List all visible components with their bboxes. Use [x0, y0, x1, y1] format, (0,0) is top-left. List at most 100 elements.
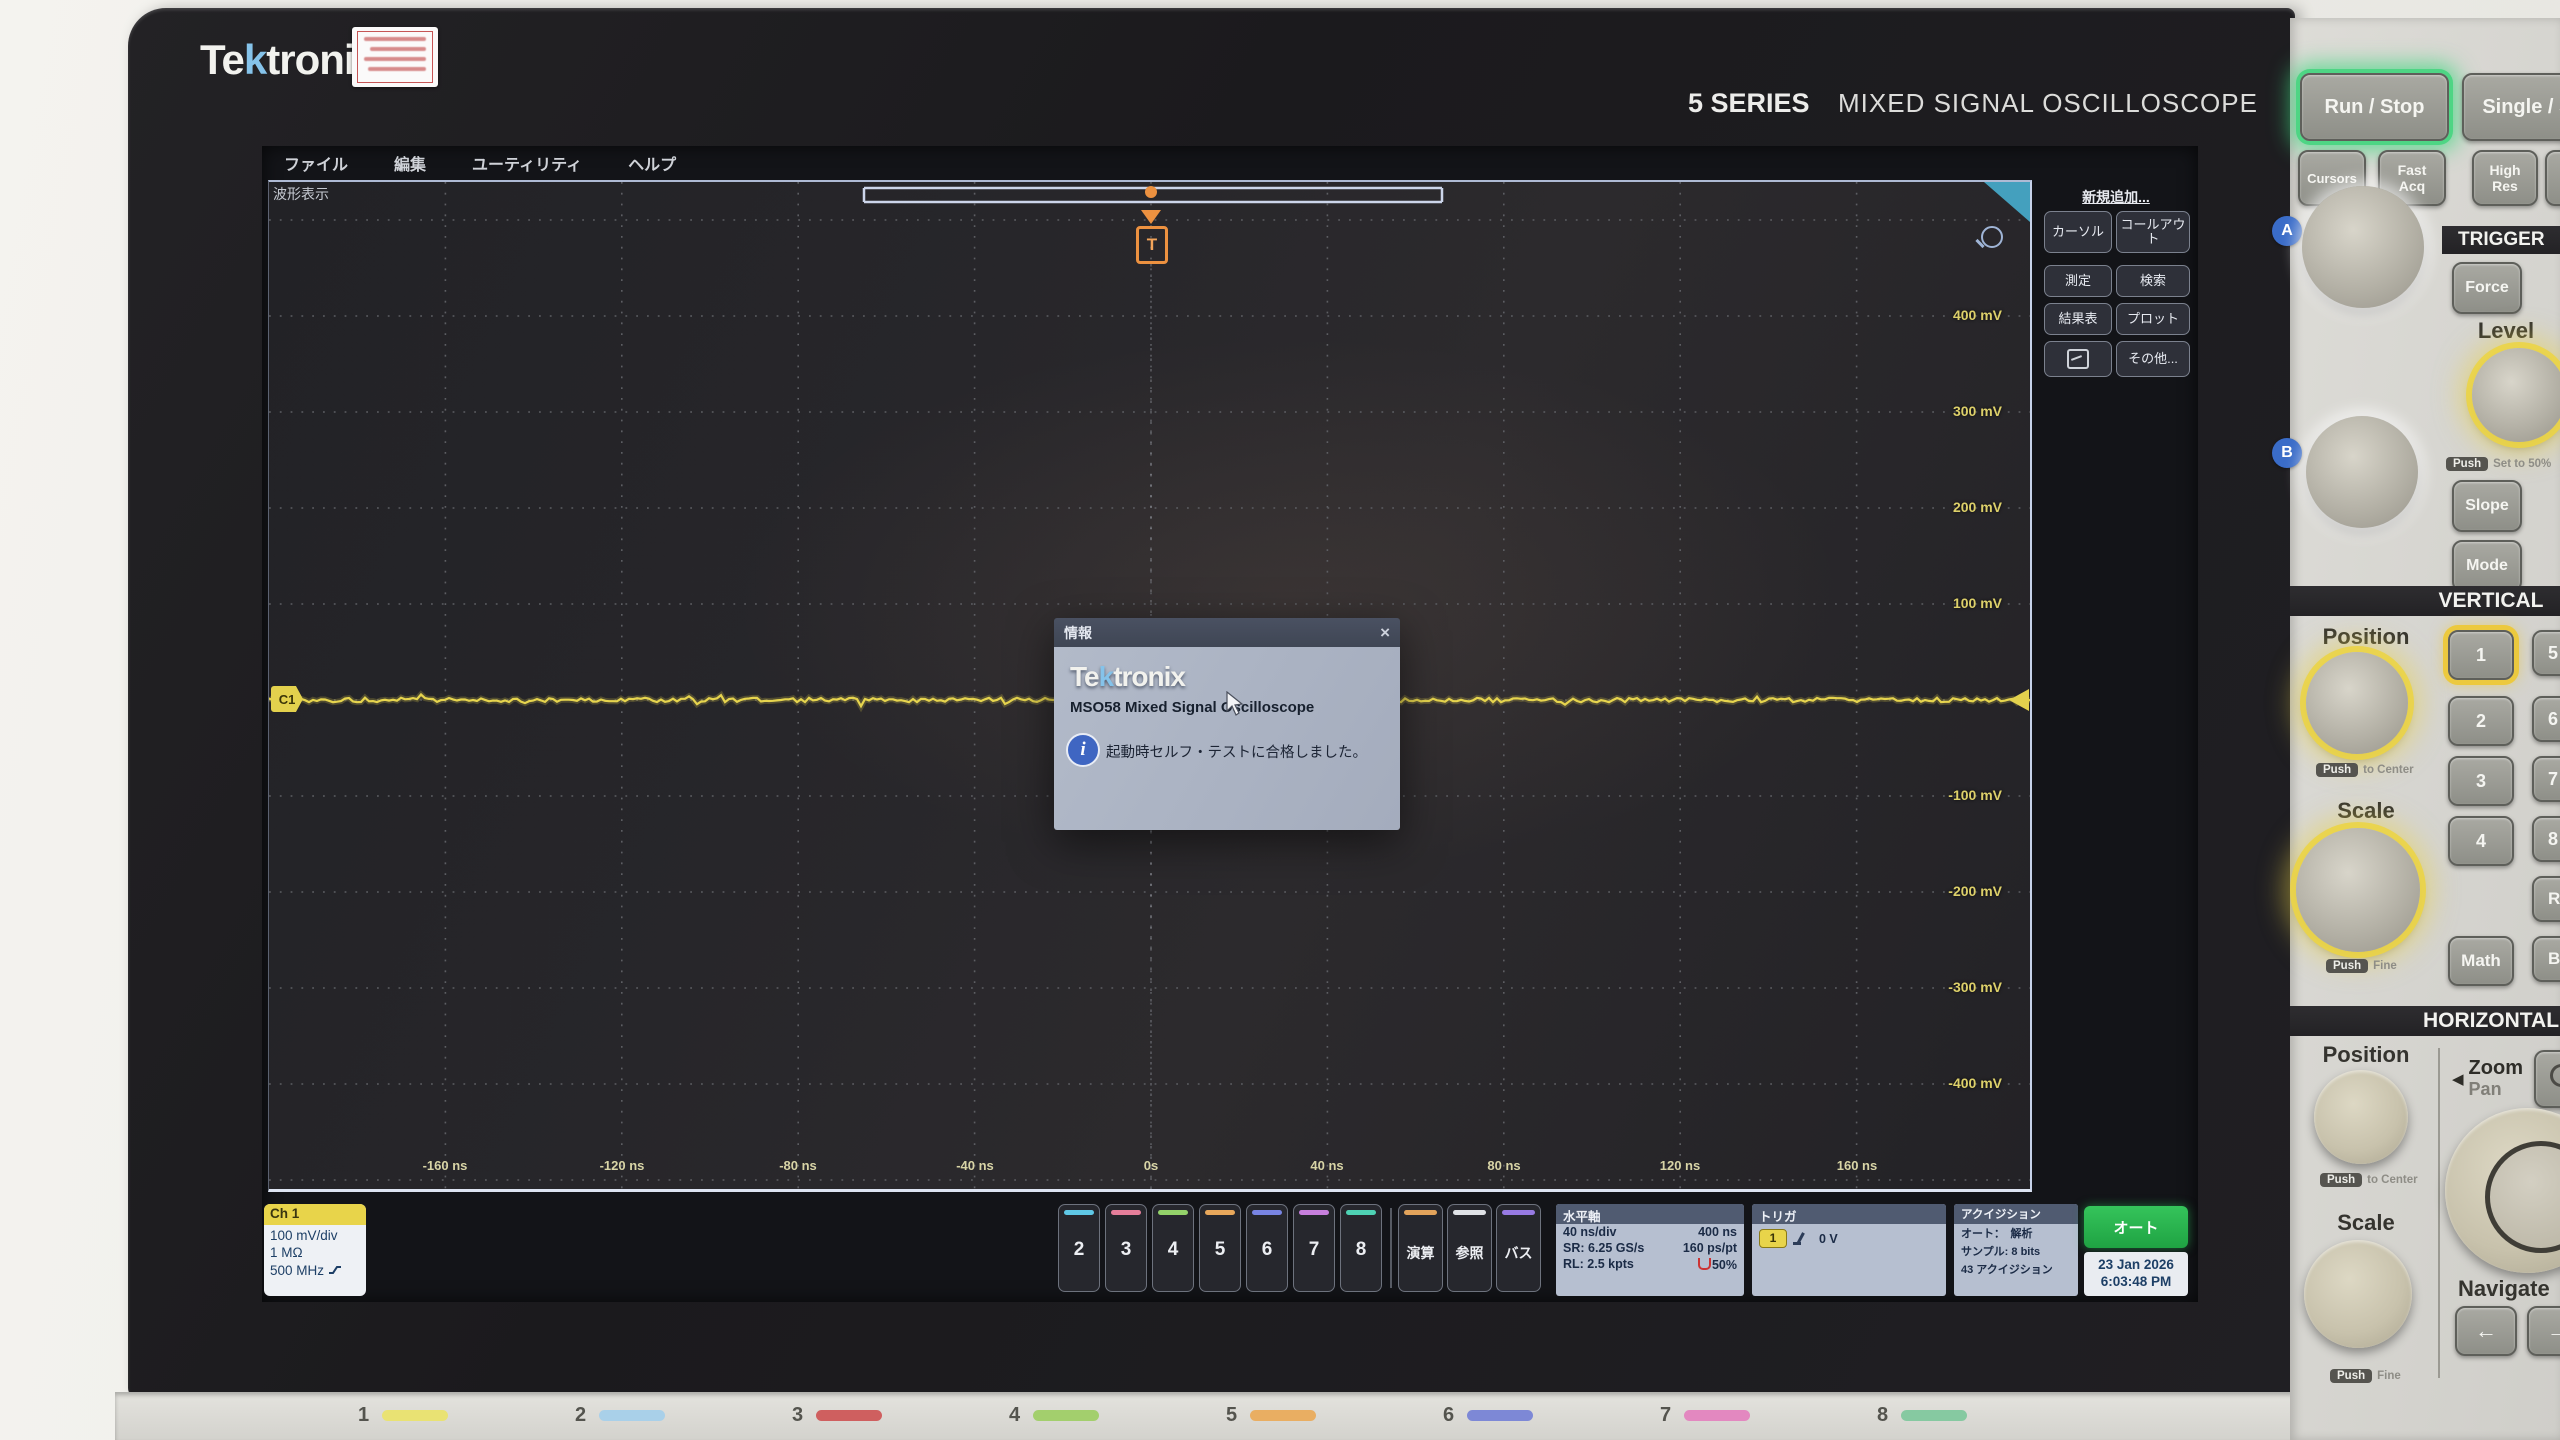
- add-bus-button[interactable]: バス: [1496, 1204, 1541, 1292]
- bandwidth-icon: [328, 1264, 342, 1276]
- slope-button[interactable]: Slope: [2452, 480, 2522, 532]
- navigate-zoom-knob[interactable]: [2445, 1108, 2560, 1273]
- trigger-flag-icon[interactable]: T: [1136, 226, 1168, 264]
- bezel-channel-number: 6: [1443, 1404, 1454, 1427]
- dialog-body: Tektronix MSO58 Mixed Signal Oscilloscop…: [1054, 647, 1400, 830]
- trigger-level-label: Level: [2456, 318, 2556, 344]
- plot-button[interactable]: プロット: [2116, 303, 2190, 335]
- add-new-header: 新規追加...: [2040, 187, 2192, 207]
- vertical-scale-knob[interactable]: [2296, 828, 2420, 952]
- acquisition-panel-title: アクイジション: [1954, 1204, 2078, 1224]
- add-ch7-button[interactable]: 7: [1293, 1204, 1335, 1292]
- zoom-waveform-icon: [2067, 349, 2089, 369]
- bezel-channel-number: 4: [1009, 1404, 1020, 1427]
- horizontal-position-knob[interactable]: [2314, 1070, 2408, 1164]
- dialog-tektronix-logo: Tektronix: [1070, 661, 1185, 693]
- x-axis-label: -160 ns: [423, 1158, 468, 1173]
- info-icon: i: [1066, 733, 1100, 767]
- add-math-button[interactable]: 演算: [1398, 1204, 1443, 1292]
- horizontal-scale-knob[interactable]: [2304, 1240, 2412, 1348]
- ch7-select-button[interactable]: 7: [2532, 756, 2560, 802]
- ch3-select-button[interactable]: 3: [2448, 756, 2514, 806]
- ref-button[interactable]: Ref: [2532, 876, 2560, 922]
- knob-a[interactable]: [2302, 186, 2424, 308]
- clear-button[interactable]: Clear: [2545, 150, 2560, 206]
- add-ch3-button[interactable]: 3: [1105, 1204, 1147, 1292]
- zoom-button[interactable]: [2534, 1050, 2560, 1108]
- zoom-magnifier-icon[interactable]: [1981, 226, 2003, 248]
- x-axis-label: 40 ns: [1310, 1158, 1343, 1173]
- bezel-channel-number: 7: [1660, 1404, 1671, 1427]
- bezel-channel-number: 2: [575, 1404, 586, 1427]
- menu-file[interactable]: ファイル: [284, 151, 348, 175]
- navigate-right-button[interactable]: →: [2527, 1306, 2560, 1356]
- trigger-settings-panel[interactable]: トリガ 1 0 V: [1752, 1204, 1946, 1296]
- menu-utility[interactable]: ユーティリティ: [472, 151, 582, 175]
- bezel-channel-color: [1684, 1410, 1750, 1421]
- add-ch8-button[interactable]: 8: [1340, 1204, 1382, 1292]
- navigate-inner-knob[interactable]: [2485, 1141, 2560, 1253]
- search-button[interactable]: 検索: [2116, 265, 2190, 297]
- bezel-channel-color: [382, 1410, 448, 1421]
- cursors-button[interactable]: カーソル: [2044, 211, 2112, 253]
- force-button[interactable]: Force: [2452, 262, 2522, 314]
- mouse-cursor: [1226, 691, 1244, 717]
- bus-button[interactable]: Bus: [2532, 936, 2560, 982]
- mode-button[interactable]: Mode: [2452, 540, 2522, 592]
- more-button[interactable]: その他...: [2116, 341, 2190, 377]
- horizontal-section-header: HORIZONTAL: [2290, 1006, 2560, 1036]
- product-label: MIXED SIGNAL OSCILLOSCOPE: [1838, 88, 2258, 119]
- date: 23 Jan 2026: [2098, 1257, 2174, 1274]
- add-ref-button[interactable]: 参照: [1447, 1204, 1492, 1292]
- add-ch5-button[interactable]: 5: [1199, 1204, 1241, 1292]
- ch2-select-button[interactable]: 2: [2448, 696, 2514, 746]
- bezel-channel-color: [816, 1410, 882, 1421]
- callout-button[interactable]: コールアウト: [2116, 211, 2190, 253]
- ch5-select-button[interactable]: 5: [2532, 630, 2560, 676]
- time: 6:03:48 PM: [2101, 1274, 2172, 1291]
- section-divider: [2438, 1048, 2440, 1378]
- push-pill: Push: [2316, 763, 2358, 777]
- x-axis-label: -40 ns: [956, 1158, 994, 1173]
- vertical-position-knob[interactable]: [2306, 652, 2408, 754]
- trigger-panel-title: トリガ: [1752, 1204, 1946, 1224]
- expansion-point-icon: [1698, 1258, 1709, 1270]
- single-seq-button[interactable]: Single / Seq: [2462, 73, 2560, 141]
- button-divider: [1390, 1208, 1392, 1288]
- ch4-select-button[interactable]: 4: [2448, 816, 2514, 866]
- math-button[interactable]: Math: [2448, 936, 2514, 986]
- measure-button[interactable]: 測定: [2044, 265, 2112, 297]
- menu-edit[interactable]: 編集: [394, 151, 426, 175]
- ch8-select-button[interactable]: 8: [2532, 816, 2560, 862]
- zoom-tool-button[interactable]: [2044, 341, 2112, 377]
- high-res-button[interactable]: High Res: [2472, 150, 2538, 206]
- add-ch2-button[interactable]: 2: [1058, 1204, 1100, 1292]
- y-axis-label: -300 mV: [1948, 979, 2002, 995]
- add-ch6-button[interactable]: 6: [1246, 1204, 1288, 1292]
- ch1-badge[interactable]: Ch 1 100 mV/div 1 MΩ 500 MHz: [264, 1204, 366, 1296]
- trigger-flag-arrow[interactable]: [1141, 210, 1161, 224]
- close-icon[interactable]: ×: [1380, 623, 1390, 643]
- ch6-select-button[interactable]: 6: [2532, 696, 2560, 742]
- run-stop-button[interactable]: Run / Stop: [2300, 73, 2449, 141]
- trigger-level-knob[interactable]: [2472, 348, 2560, 442]
- y-axis-label: -400 mV: [1948, 1075, 2002, 1091]
- tektronix-logo: Tektronix: [200, 36, 377, 84]
- horizontal-settings-panel[interactable]: 水平軸 40 ns/div400 ns SR: 6.25 GS/s160 ps/…: [1556, 1204, 1744, 1296]
- navigate-left-button[interactable]: ←: [2455, 1306, 2517, 1356]
- trigger-level-marker[interactable]: [2009, 689, 2029, 711]
- trigger-top-marker: [1145, 186, 1157, 198]
- add-ch4-button[interactable]: 4: [1152, 1204, 1194, 1292]
- menu-help[interactable]: ヘルプ: [628, 151, 676, 175]
- knob-b[interactable]: [2306, 416, 2418, 528]
- results-table-button[interactable]: 結果表: [2044, 303, 2112, 335]
- bezel-channel-color: [599, 1410, 665, 1421]
- trigger-level-value: 0 V: [1819, 1232, 1838, 1246]
- bezel-channel-color: [1467, 1410, 1533, 1421]
- acquisition-panel[interactable]: アクイジション オート： 解析 サンプル: 8 bits 43 アクイジション: [1954, 1204, 2078, 1296]
- dialog-title-bar[interactable]: 情報 ×: [1054, 618, 1400, 647]
- push-pill: Push: [2446, 457, 2488, 471]
- y-axis-label: 100 mV: [1953, 595, 2002, 611]
- auto-mode-button[interactable]: オート: [2084, 1206, 2188, 1248]
- ch1-select-button[interactable]: 1: [2448, 630, 2514, 680]
